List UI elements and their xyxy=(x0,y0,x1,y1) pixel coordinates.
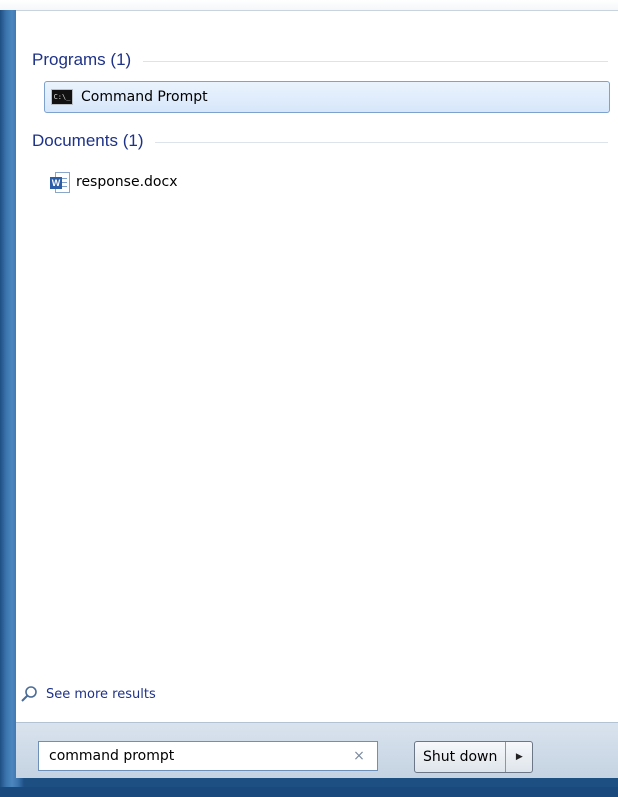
word-document-icon: W xyxy=(50,172,70,193)
search-results-panel: Programs (1) C:\_ Command Prompt Documen… xyxy=(16,10,618,723)
search-box[interactable]: × xyxy=(38,741,378,771)
documents-group-header: Documents (1) xyxy=(32,128,608,154)
documents-group-title: Documents (1) xyxy=(32,131,144,150)
see-more-results-link[interactable]: See more results xyxy=(20,685,156,703)
taskbar-edge xyxy=(0,787,618,797)
see-more-label: See more results xyxy=(46,686,156,702)
shut-down-button[interactable]: Shut down xyxy=(415,742,507,772)
power-controls: Shut down ▶ xyxy=(414,741,534,773)
result-response-docx[interactable]: W response.docx xyxy=(44,166,244,198)
group-divider xyxy=(143,61,608,62)
result-command-prompt[interactable]: C:\_ Command Prompt xyxy=(44,81,610,113)
search-icon xyxy=(21,686,37,702)
result-label: response.docx xyxy=(76,174,178,190)
command-prompt-icon: C:\_ xyxy=(51,89,73,105)
programs-group-header: Programs (1) xyxy=(32,47,608,73)
shutdown-options-arrow-icon[interactable]: ▶ xyxy=(506,742,532,772)
result-label: Command Prompt xyxy=(81,89,208,105)
group-divider xyxy=(155,142,608,143)
search-input[interactable] xyxy=(49,748,347,764)
programs-group-title: Programs (1) xyxy=(32,50,132,69)
close-icon[interactable]: × xyxy=(347,748,371,764)
start-menu-bottom-bar: × Shut down ▶ xyxy=(16,722,618,778)
